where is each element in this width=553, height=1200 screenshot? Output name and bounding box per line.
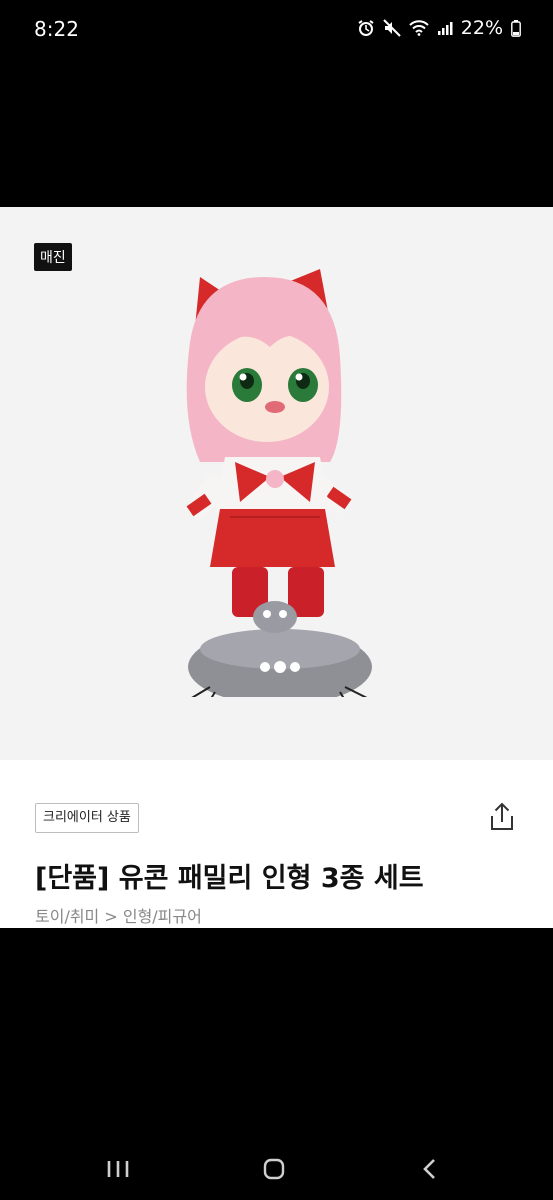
android-nav-bar [0, 1138, 553, 1200]
home-button[interactable] [254, 1152, 294, 1186]
soldout-badge: 매진 [34, 243, 72, 271]
back-icon [423, 1159, 435, 1179]
alarm-icon [357, 19, 375, 37]
home-icon [263, 1158, 285, 1180]
product-image[interactable]: 매진 [0, 207, 553, 760]
recent-apps-icon [107, 1161, 129, 1177]
product-panel: 매진 크리에이터 상품 [단품] 유콘 패밀리 인형 3종 세트 토이/취미 >… [0, 207, 553, 928]
product-title: [단품] 유콘 패밀리 인형 3종 세트 [35, 863, 424, 894]
battery-percent: 22% [460, 17, 503, 39]
status-bar: 8:22 22% [0, 0, 553, 60]
breadcrumb[interactable]: 토이/취미 > 인형/피규어 [35, 903, 202, 927]
status-icons: 22% [357, 17, 521, 39]
status-time: 8:22 [34, 17, 79, 41]
plush-doll-image [185, 269, 372, 697]
battery-icon [511, 19, 521, 37]
recent-apps-button[interactable] [98, 1152, 138, 1186]
back-button[interactable] [410, 1152, 450, 1186]
mute-icon [383, 19, 401, 37]
wifi-icon [409, 20, 429, 36]
creator-tag: 크리에이터 상품 [35, 803, 139, 833]
signal-icon [437, 20, 453, 36]
share-icon [491, 802, 513, 830]
share-button[interactable] [485, 800, 519, 834]
product-info: 크리에이터 상품 [단품] 유콘 패밀리 인형 3종 세트 토이/취미 > 인형… [0, 760, 553, 928]
